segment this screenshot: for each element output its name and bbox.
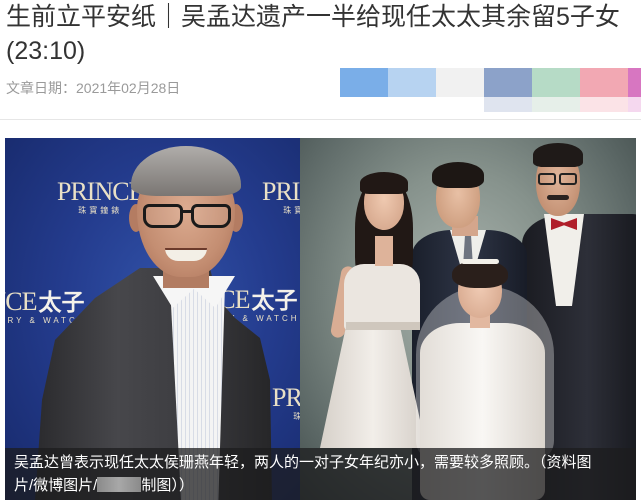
logo-tagline: 珠寶鐘錶 — [283, 206, 300, 215]
man-glasses-left-lens — [143, 204, 183, 228]
share-button[interactable] — [580, 97, 628, 112]
share-button[interactable] — [532, 68, 580, 97]
man-glasses-bridge — [182, 210, 192, 213]
older-man-hair — [533, 143, 583, 167]
man-hair — [131, 146, 241, 196]
article-title: 生前立平安纸｜吴孟达遗产一半给现任太太其余留5子女 (23:10) — [6, 0, 638, 68]
man-smile — [165, 248, 207, 261]
backdrop-logo: PRINCE 珠寶鐘錶 — [272, 384, 300, 422]
share-row-primary — [340, 68, 641, 97]
share-spacer — [436, 97, 484, 112]
logo-tagline: 珠寶鐘錶 — [272, 412, 300, 422]
caption-line-1: 吴孟达曾表示现任太太侯珊燕年轻，两人的一对子女年纪亦小，需要较多照顾。（资料图 — [14, 454, 592, 471]
man-glasses-right-lens — [191, 204, 231, 228]
logo-wordmark: PRINCE — [5, 287, 37, 316]
share-bar — [340, 68, 641, 112]
older-man-mustache — [547, 195, 569, 200]
logo-wordmark-cn: 太子 — [38, 289, 85, 315]
share-button[interactable] — [580, 68, 628, 97]
share-spacer — [340, 97, 388, 112]
young-woman-sash — [346, 322, 420, 330]
caption-line-2: 片/微博图片/制图）） — [14, 476, 194, 496]
share-button[interactable] — [628, 97, 641, 112]
share-row-secondary — [340, 97, 641, 112]
caption-source-suffix: 制图）） — [141, 477, 194, 494]
share-button[interactable] — [436, 68, 484, 97]
logo-wordmark: PRINCE — [272, 383, 300, 412]
young-man-hair — [432, 162, 484, 188]
share-button[interactable] — [340, 68, 388, 97]
photo-caption: 吴孟达曾表示现任太太侯珊燕年轻，两人的一对子女年纪亦小，需要较多照顾。（资料图 … — [5, 448, 636, 500]
older-man-glasses-left — [538, 173, 556, 185]
logo-wordmark: PRINCE — [262, 177, 300, 206]
share-button[interactable] — [484, 68, 532, 97]
young-woman-hair-top — [360, 172, 408, 194]
logo-wordmark-cn: 太子 — [251, 287, 298, 313]
older-man-glasses-right — [559, 173, 577, 185]
share-button[interactable] — [532, 97, 580, 112]
caption-source-prefix: 片/微博图片/ — [14, 477, 98, 494]
share-spacer — [388, 97, 436, 112]
young-woman-neck — [375, 236, 393, 266]
photo-right-family-portrait — [300, 138, 636, 500]
share-button[interactable] — [484, 97, 532, 112]
bride-tiara — [461, 259, 499, 264]
young-woman-dress-skirt — [320, 324, 426, 448]
photo-left-event: PRINCE 珠寶鐘錶 PRINCE 珠寶鐘錶 PRINCE太子 JEWELLE… — [5, 138, 300, 500]
bride-hair — [452, 260, 508, 288]
article-title-line-2: (23:10) — [6, 37, 86, 65]
article-photo: PRINCE 珠寶鐘錶 PRINCE 珠寶鐘錶 PRINCE太子 JEWELLE… — [5, 138, 636, 500]
share-button[interactable] — [628, 68, 641, 97]
young-woman-dress-bodice — [344, 264, 420, 330]
backdrop-logo: PRINCE 珠寶鐘錶 — [262, 178, 300, 216]
share-button[interactable] — [388, 68, 436, 97]
article-title-line-1: 生前立平安纸｜吴孟达遗产一半给现任太太其余留5子女 — [6, 3, 620, 31]
header-divider — [0, 119, 641, 120]
redacted-watermark — [97, 477, 142, 492]
article-date: 文章日期：2021年02月28日 — [6, 80, 181, 96]
